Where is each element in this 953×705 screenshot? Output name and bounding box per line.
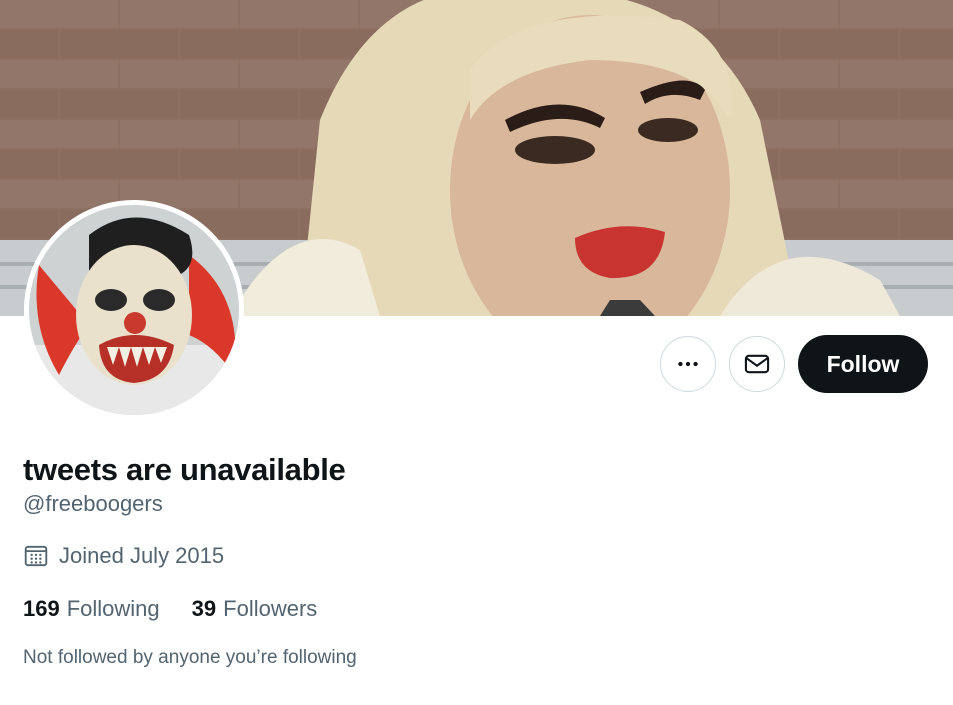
envelope-icon (744, 354, 770, 374)
message-button[interactable] (729, 336, 785, 392)
followers-count: 39 (191, 596, 217, 621)
joined-text: Joined July 2015 (59, 543, 225, 568)
profile-handle: @freeboogers (23, 491, 163, 516)
more-horizontal-icon (678, 361, 698, 367)
follow-button[interactable]: Follow (798, 335, 928, 393)
profile-actions: Follow (660, 335, 928, 393)
calendar-icon (24, 545, 48, 567)
followers-label: Followers (223, 596, 318, 621)
more-button[interactable] (660, 336, 716, 392)
followed-by-note: Not followed by anyone you’re following (23, 647, 357, 668)
joined-date: Joined July 2015 (23, 543, 224, 569)
following-label: Following (66, 596, 160, 621)
follow-stats: 169 Following 39 Followers (23, 596, 317, 622)
followers-link[interactable]: 39 Followers (192, 596, 318, 622)
following-link[interactable]: 169 Following (23, 596, 160, 622)
avatar-image (29, 205, 239, 415)
following-count: 169 (23, 596, 60, 621)
profile-avatar[interactable] (24, 200, 244, 420)
profile-display-name: tweets are unavailable (23, 452, 346, 487)
